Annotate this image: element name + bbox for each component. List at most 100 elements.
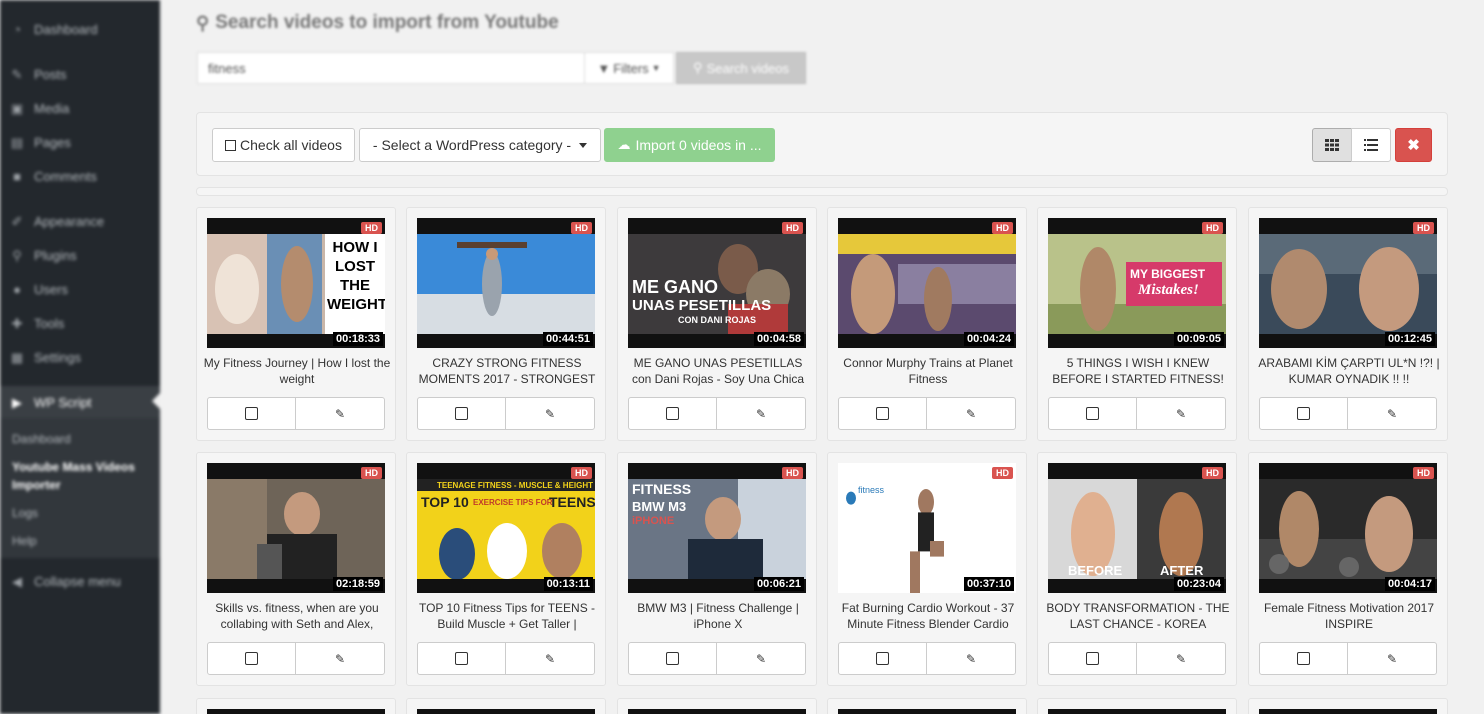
sidebar-item-dashboard[interactable]: ◔ Dashboard: [8, 19, 98, 39]
thumbnail-caption: AFTER: [1160, 563, 1204, 578]
select-video-checkbox[interactable]: [417, 642, 506, 675]
edit-video-button[interactable]: ✎: [505, 397, 595, 430]
select-video-checkbox[interactable]: [207, 397, 296, 430]
collapse-menu[interactable]: ◀ Collapse menu: [8, 571, 121, 591]
video-thumbnail[interactable]: HD 00:04:24: [838, 218, 1016, 348]
checkbox-icon: [666, 652, 679, 665]
video-card: TEENAGE FITNESS - MUSCLE & HEIGHT TOP 10…: [406, 452, 606, 686]
search-input[interactable]: fitness: [197, 52, 587, 84]
edit-video-button[interactable]: ✎: [716, 397, 806, 430]
edit-video-button[interactable]: ✎: [295, 642, 385, 675]
video-thumbnail[interactable]: [1048, 709, 1226, 714]
thumbnail-caption: iPHONE: [632, 515, 675, 527]
pencil-icon: ✎: [544, 406, 556, 421]
select-video-checkbox[interactable]: [1048, 642, 1137, 675]
checkbox-icon: [245, 407, 258, 420]
edit-video-button[interactable]: ✎: [926, 642, 1016, 675]
video-thumbnail[interactable]: HD 00:12:45: [1259, 218, 1437, 348]
video-duration: 00:13:11: [543, 577, 593, 591]
select-video-checkbox[interactable]: [207, 642, 296, 675]
select-video-checkbox[interactable]: [838, 642, 927, 675]
video-duration: 02:18:59: [332, 577, 383, 591]
select-video-checkbox[interactable]: [838, 397, 927, 430]
sidebar-item-media[interactable]: ▣ Media: [8, 98, 70, 118]
sidebar-item-comments[interactable]: ■ Comments: [8, 166, 97, 186]
video-card: [617, 698, 817, 714]
video-thumbnail[interactable]: [628, 709, 806, 714]
thumbnail-caption: UNAS PESETILLAS: [632, 297, 772, 314]
category-select[interactable]: - Select a WordPress category -: [359, 128, 601, 162]
select-video-checkbox[interactable]: [417, 397, 506, 430]
video-thumbnail[interactable]: MY BIGGEST Mistakes! HD 00:09:05: [1048, 218, 1226, 348]
video-thumbnail[interactable]: HD 00:04:17: [1259, 463, 1437, 593]
import-button[interactable]: ☁ Import 0 videos in ...: [604, 128, 775, 162]
check-all-button[interactable]: Check all videos: [212, 128, 355, 162]
select-video-checkbox[interactable]: [628, 642, 717, 675]
video-card: HD 02:18:59 Skills vs. fitness, when are…: [196, 452, 396, 686]
caret-down-icon: [579, 142, 588, 148]
edit-video-button[interactable]: ✎: [1347, 397, 1437, 430]
search-section: ⚲ Search videos to import from Youtube f…: [160, 0, 1484, 100]
video-title: My Fitness Journey | How I lost the weig…: [203, 356, 391, 386]
video-card: HOW I LOST THE WEIGHT HD 00:18:33 My Fit…: [196, 207, 396, 441]
sidebar-item-wp-script[interactable]: ▶ WP Script: [8, 392, 92, 412]
select-video-checkbox[interactable]: [1048, 397, 1137, 430]
select-video-checkbox[interactable]: [628, 397, 717, 430]
search-title: Search videos to import from Youtube: [215, 12, 559, 33]
checkbox-icon: [455, 407, 468, 420]
submenu-dashboard[interactable]: Dashboard: [12, 430, 71, 448]
edit-video-button[interactable]: ✎: [1136, 397, 1226, 430]
edit-video-button[interactable]: ✎: [1136, 642, 1226, 675]
sidebar-item-plugins[interactable]: ⚲ Plugins: [8, 245, 77, 265]
video-thumbnail[interactable]: HOW I LOST THE WEIGHT HD 00:18:33: [207, 218, 385, 348]
video-duration: 00:06:21: [753, 577, 804, 591]
video-thumbnail[interactable]: fitness HD 00:37:10: [838, 463, 1016, 593]
video-duration: 00:12:45: [1384, 332, 1435, 346]
close-button[interactable]: ✖: [1395, 128, 1432, 162]
filters-button[interactable]: ▼ Filters ▼: [584, 52, 674, 84]
video-title: BMW M3 | Fitness Challenge | iPhone X: [637, 601, 799, 631]
sidebar-item-posts[interactable]: ✎ Posts: [8, 64, 67, 84]
sidebar-item-users[interactable]: ● Users: [8, 279, 68, 299]
video-card: HD 00:04:24 Connor Murphy Trains at Plan…: [827, 207, 1027, 441]
select-video-checkbox[interactable]: [1259, 642, 1348, 675]
submenu-help[interactable]: Help: [12, 532, 37, 550]
video-thumbnail[interactable]: BEFORE AFTER HD 00:23:04: [1048, 463, 1226, 593]
edit-video-button[interactable]: ✎: [505, 642, 595, 675]
hd-badge: HD: [782, 222, 803, 234]
video-thumbnail[interactable]: HD 00:44:51: [417, 218, 595, 348]
sidebar-item-pages[interactable]: ▤ Pages: [8, 132, 71, 152]
hd-badge: HD: [571, 467, 592, 479]
video-thumbnail[interactable]: HD 02:18:59: [207, 463, 385, 593]
import-label: Import 0 videos in ...: [635, 137, 762, 153]
video-thumbnail[interactable]: [838, 709, 1016, 714]
thumbnail-image: [207, 479, 385, 579]
pencil-icon: ✎: [1175, 651, 1187, 666]
sidebar-item-label: Users: [34, 281, 68, 297]
video-thumbnail[interactable]: [417, 709, 595, 714]
submenu-logs[interactable]: Logs: [12, 504, 38, 522]
sidebar-item-appearance[interactable]: ✐ Appearance: [8, 211, 105, 231]
edit-video-button[interactable]: ✎: [716, 642, 806, 675]
category-select-value: - Select a WordPress category -: [372, 137, 572, 153]
search-videos-button[interactable]: ⚲ Search videos: [676, 52, 806, 84]
submenu-youtube-importer[interactable]: Youtube Mass Videos Importer: [12, 458, 152, 494]
edit-video-button[interactable]: ✎: [1347, 642, 1437, 675]
thumbnail-caption: ME GANO: [632, 277, 719, 297]
grid-view-button[interactable]: [1312, 128, 1352, 162]
video-thumbnail[interactable]: ME GANO UNAS PESETILLAS CON DANI ROJAS H…: [628, 218, 806, 348]
video-thumbnail[interactable]: [207, 709, 385, 714]
video-thumbnail[interactable]: [1259, 709, 1437, 714]
hd-badge: HD: [782, 467, 803, 479]
list-view-button[interactable]: [1351, 128, 1391, 162]
video-thumbnail[interactable]: FITNESS BMW M3 iPHONE HD 00:06:21: [628, 463, 806, 593]
filters-label: Filters: [613, 60, 649, 76]
edit-video-button[interactable]: ✎: [295, 397, 385, 430]
sidebar-item-tools[interactable]: ✚ Tools: [8, 313, 65, 333]
video-thumbnail[interactable]: TEENAGE FITNESS - MUSCLE & HEIGHT TOP 10…: [417, 463, 595, 593]
sidebar-item-settings[interactable]: ▦ Settings: [8, 347, 81, 367]
sidebar-item-label: Plugins: [34, 247, 77, 263]
brush-icon: ✐: [11, 214, 23, 229]
select-video-checkbox[interactable]: [1259, 397, 1348, 430]
edit-video-button[interactable]: ✎: [926, 397, 1016, 430]
